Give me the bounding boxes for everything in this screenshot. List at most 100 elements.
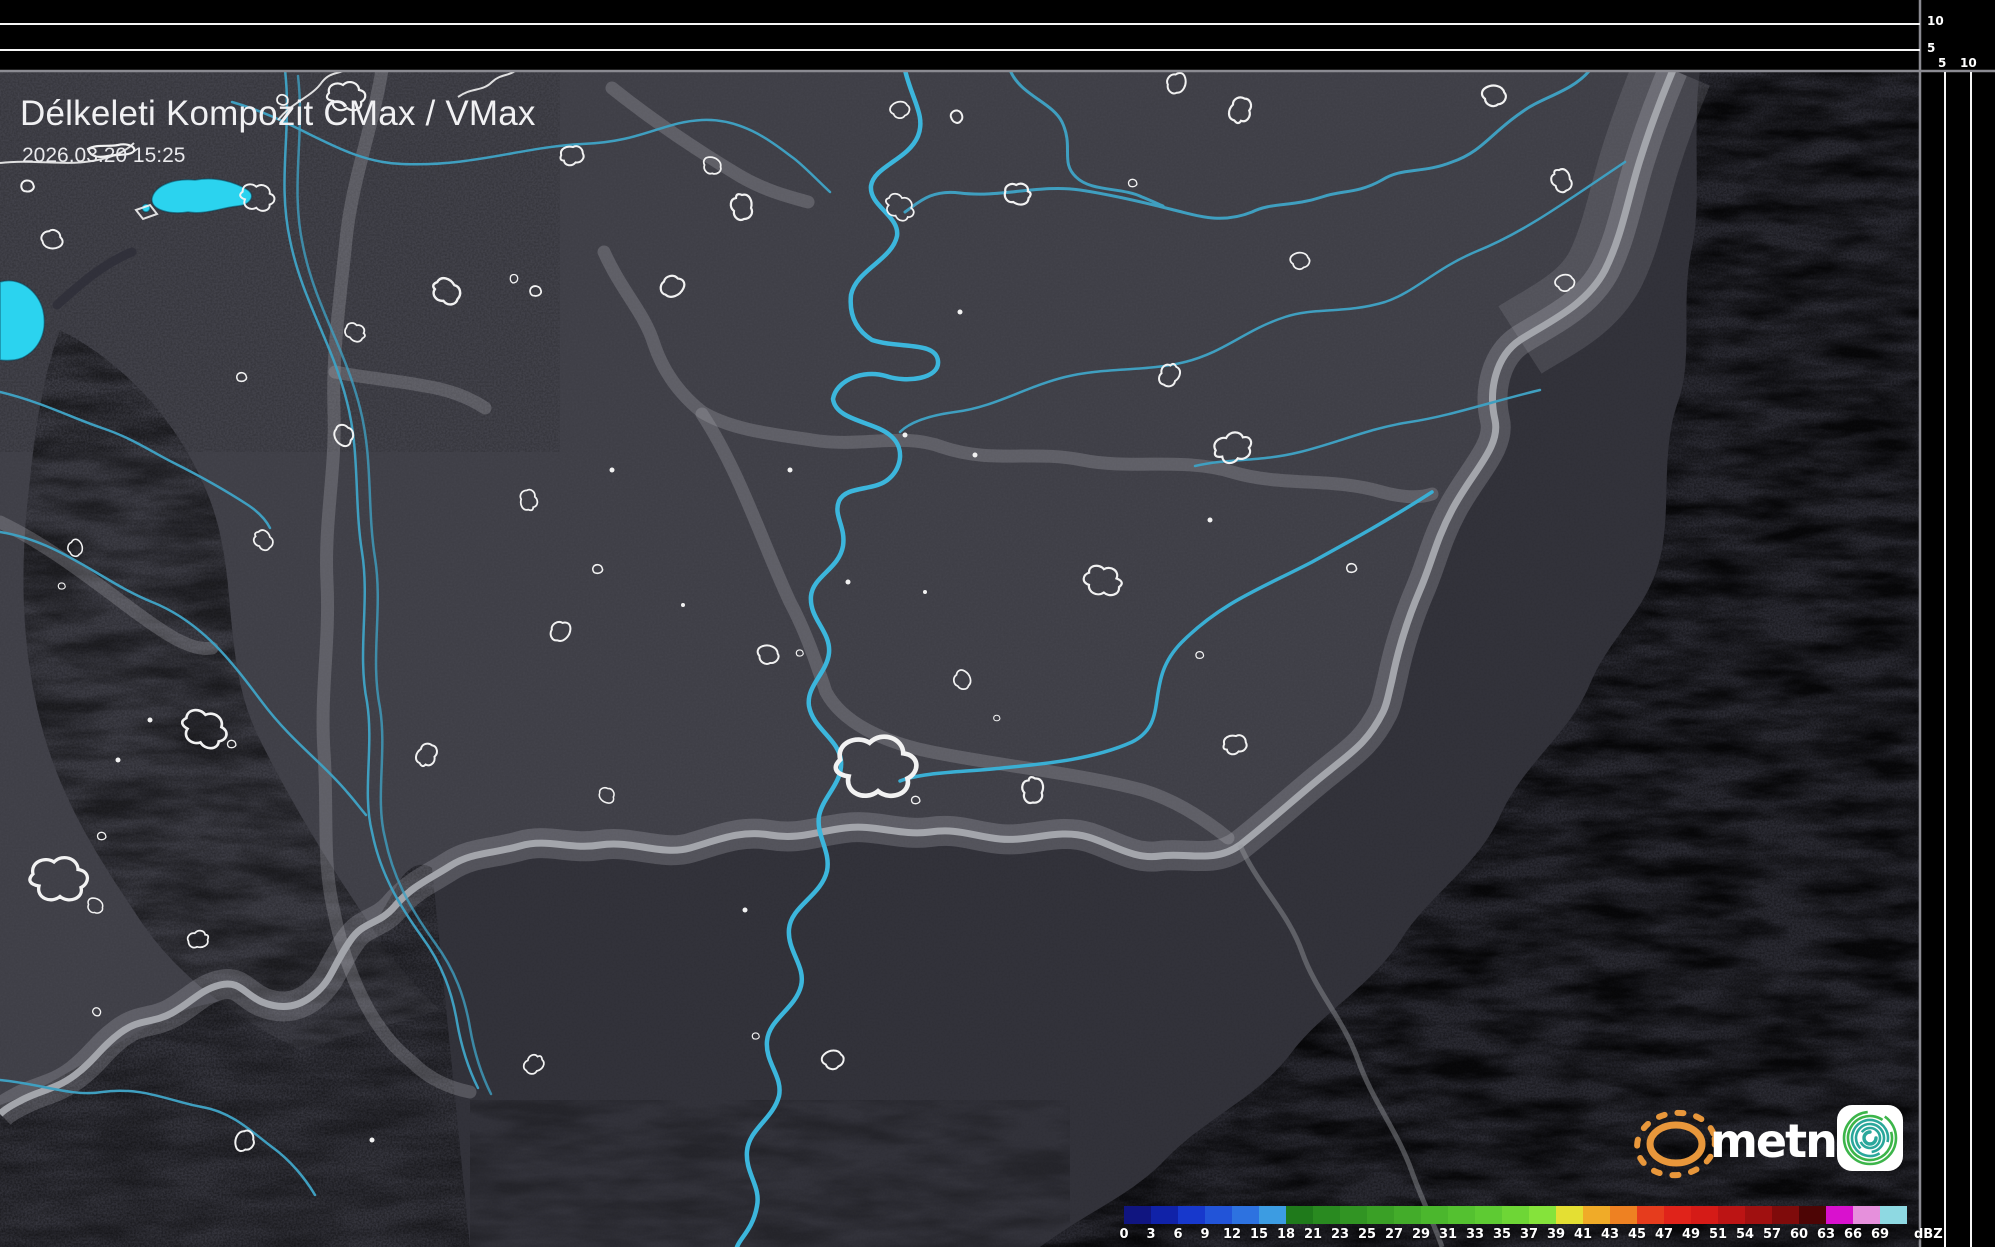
legend-tick: 27 [1385, 1227, 1403, 1242]
radar-viewer: Délkeleti Kompozit CMax / VMax 2026.03.2… [0, 0, 1995, 1247]
legend-tick: 35 [1493, 1227, 1511, 1242]
legend-cell: 45 [1637, 1206, 1664, 1224]
legend-cell: 27 [1394, 1206, 1421, 1224]
legend-cell: 6 [1178, 1206, 1205, 1224]
legend-cell: 0 [1124, 1206, 1151, 1224]
legend-cell: 21 [1313, 1206, 1340, 1224]
legend-cell: 69 [1880, 1206, 1907, 1224]
legend-tick: 45 [1628, 1227, 1646, 1242]
legend-cell: 41 [1583, 1206, 1610, 1224]
legend-tick: 31 [1439, 1227, 1457, 1242]
legend-cell: 43 [1610, 1206, 1637, 1224]
legend-cell: 3 [1151, 1206, 1178, 1224]
legend-cell: 66 [1853, 1206, 1880, 1224]
legend-tick: 66 [1844, 1227, 1862, 1242]
vertical-ruler-tick-5: 5 [1927, 41, 1935, 55]
legend-tick: 12 [1223, 1227, 1241, 1242]
legend-swatch [1664, 1206, 1691, 1224]
legend-swatch [1637, 1206, 1664, 1224]
legend-tick: 29 [1412, 1227, 1430, 1242]
legend-cell: 23 [1340, 1206, 1367, 1224]
legend-tick: 41 [1574, 1227, 1592, 1242]
legend-cell: 49 [1691, 1206, 1718, 1224]
legend-swatch [1610, 1206, 1637, 1224]
legend-tick: 54 [1736, 1227, 1754, 1242]
legend-swatch [1475, 1206, 1502, 1224]
legend-tick: 33 [1466, 1227, 1484, 1242]
legend-tick: 49 [1682, 1227, 1700, 1242]
spiral-app-icon [1836, 1104, 1906, 1174]
legend-swatch [1421, 1206, 1448, 1224]
legend-swatch [1367, 1206, 1394, 1224]
legend-swatch [1772, 1206, 1799, 1224]
legend-swatch [1259, 1206, 1286, 1224]
legend-tick: 37 [1520, 1227, 1538, 1242]
legend-unit: dBZ [1914, 1227, 1943, 1242]
legend-swatch [1232, 1206, 1259, 1224]
legend-tick: 6 [1173, 1227, 1182, 1242]
legend-tick: 15 [1250, 1227, 1268, 1242]
legend-swatch [1799, 1206, 1826, 1224]
legend: 0369121518212325272931333537394143454749… [1124, 1206, 1984, 1246]
legend-swatch [1313, 1206, 1340, 1224]
legend-tick: 23 [1331, 1227, 1349, 1242]
radar-map-canvas [0, 0, 1995, 1247]
legend-swatch [1394, 1206, 1421, 1224]
legend-swatch [1556, 1206, 1583, 1224]
legend-swatch [1124, 1206, 1151, 1224]
legend-tick: 63 [1817, 1227, 1835, 1242]
legend-cell: 18 [1286, 1206, 1313, 1224]
legend-swatch [1853, 1206, 1880, 1224]
legend-swatch [1286, 1206, 1313, 1224]
legend-tick: 0 [1119, 1227, 1128, 1242]
legend-cell: 35 [1502, 1206, 1529, 1224]
legend-tick: 9 [1200, 1227, 1209, 1242]
legend-cell: 15 [1259, 1206, 1286, 1224]
legend-cell: 9 [1205, 1206, 1232, 1224]
legend-tick: 21 [1304, 1227, 1322, 1242]
legend-tick: 3 [1146, 1227, 1155, 1242]
legend-color-bar: 0369121518212325272931333537394143454749… [1124, 1206, 1984, 1224]
map-layers [0, 69, 1920, 1247]
legend-swatch [1718, 1206, 1745, 1224]
legend-swatch [1205, 1206, 1232, 1224]
legend-cell: 63 [1826, 1206, 1853, 1224]
legend-swatch [1691, 1206, 1718, 1224]
legend-cell: 12 [1232, 1206, 1259, 1224]
legend-cell: 47 [1664, 1206, 1691, 1224]
metnet-logo: metnet [1634, 1098, 1914, 1182]
horizontal-ruler-tick-10: 10 [1960, 56, 1977, 70]
legend-cell: 60 [1799, 1206, 1826, 1224]
legend-cell: 54 [1745, 1206, 1772, 1224]
legend-swatch [1826, 1206, 1853, 1224]
vertical-ruler-tick-10: 10 [1927, 14, 1944, 28]
legend-tick: 47 [1655, 1227, 1673, 1242]
legend-swatch [1502, 1206, 1529, 1224]
legend-cell: 33 [1475, 1206, 1502, 1224]
legend-tick: 39 [1547, 1227, 1565, 1242]
legend-swatch [1178, 1206, 1205, 1224]
legend-cell: 51 [1718, 1206, 1745, 1224]
legend-cell: 31 [1448, 1206, 1475, 1224]
page-title: Délkeleti Kompozit CMax / VMax [20, 94, 536, 134]
legend-cell: 25 [1367, 1206, 1394, 1224]
legend-swatch [1745, 1206, 1772, 1224]
legend-cell: 29 [1421, 1206, 1448, 1224]
horizontal-ruler-tick-5: 5 [1938, 56, 1946, 70]
sun-icon [1634, 1098, 1718, 1182]
legend-tick: 57 [1763, 1227, 1781, 1242]
legend-cell: 37 [1529, 1206, 1556, 1224]
legend-swatch [1880, 1206, 1907, 1224]
legend-tick: 25 [1358, 1227, 1376, 1242]
legend-tick: 43 [1601, 1227, 1619, 1242]
legend-tick: 60 [1790, 1227, 1808, 1242]
legend-swatch [1529, 1206, 1556, 1224]
legend-cell: 57 [1772, 1206, 1799, 1224]
legend-swatch [1151, 1206, 1178, 1224]
legend-swatch [1340, 1206, 1367, 1224]
legend-tick: 18 [1277, 1227, 1295, 1242]
legend-cell: 39 [1556, 1206, 1583, 1224]
legend-tick: 51 [1709, 1227, 1727, 1242]
legend-swatch [1448, 1206, 1475, 1224]
legend-tick: 69 [1871, 1227, 1889, 1242]
